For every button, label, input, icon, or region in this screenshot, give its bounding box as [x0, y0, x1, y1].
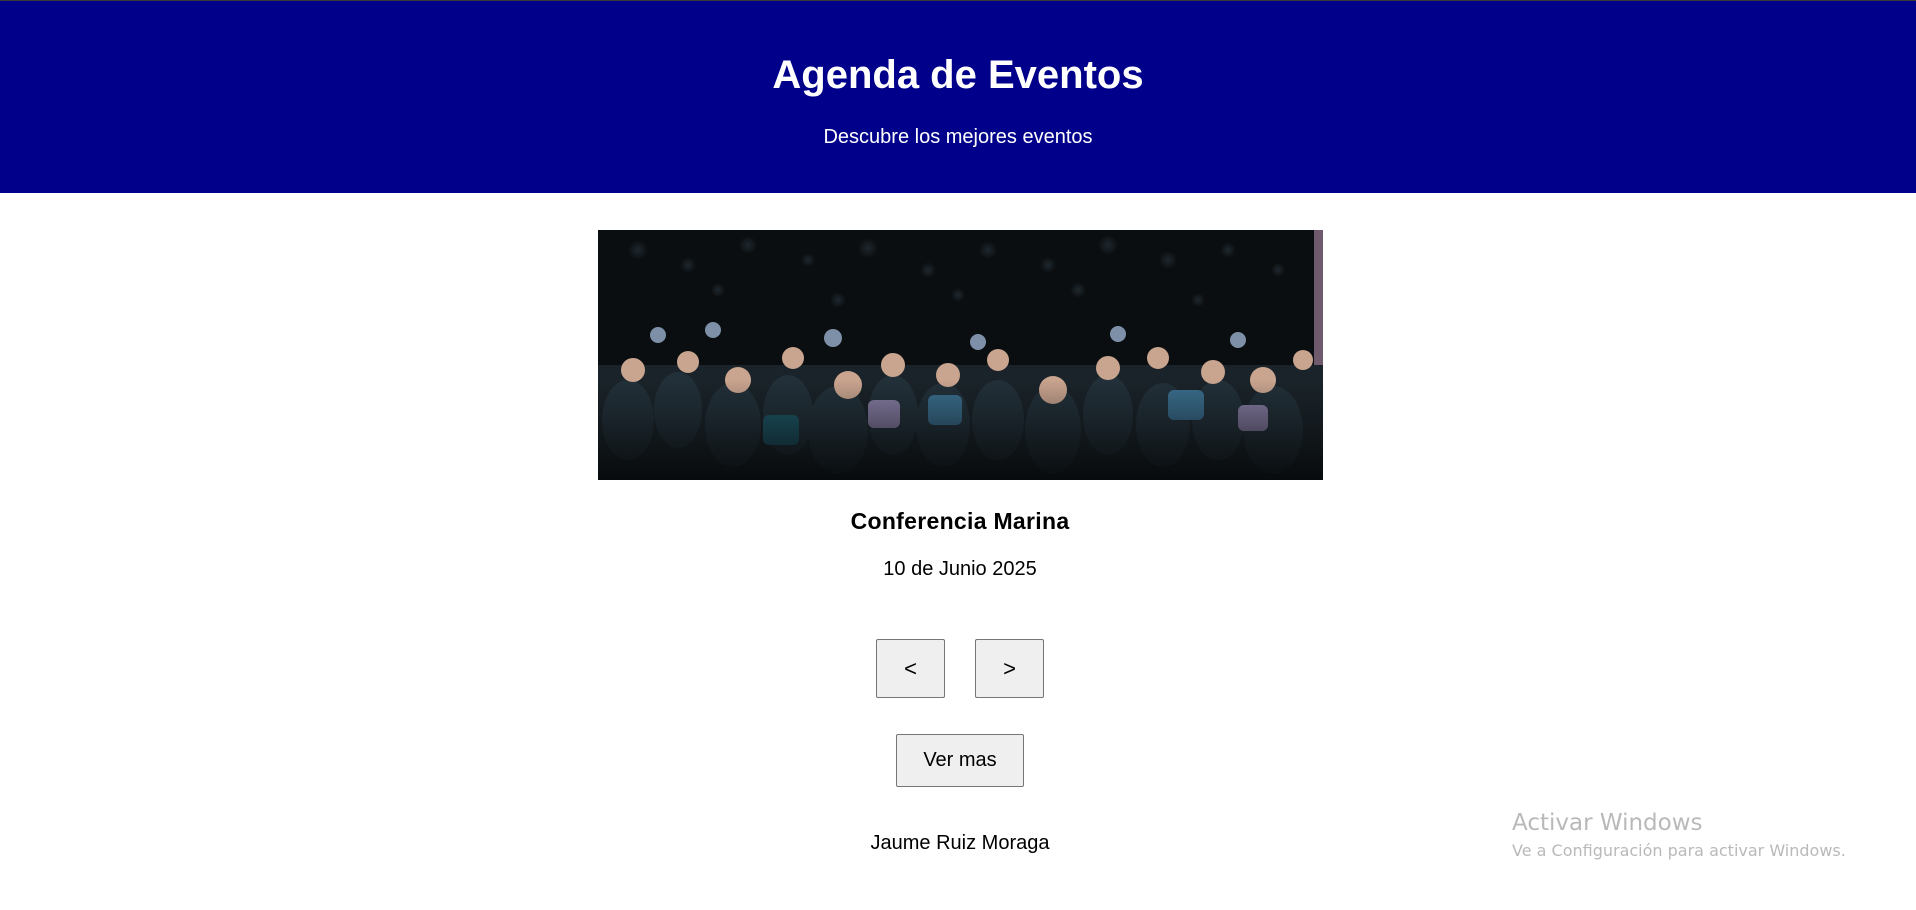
page-header: Agenda de Eventos Descubre los mejores e…	[0, 0, 1916, 193]
watermark-subtitle: Ve a Configuración para activar Windows.	[1512, 841, 1846, 860]
watermark-title: Activar Windows	[1512, 810, 1703, 836]
next-button[interactable]: >	[975, 639, 1044, 698]
event-image	[598, 230, 1323, 480]
page-subtitle: Descubre los mejores eventos	[823, 126, 1093, 148]
event-date: 10 de Junio 2025	[883, 558, 1037, 580]
see-more-button[interactable]: Ver mas	[896, 734, 1024, 787]
previous-button[interactable]: <	[876, 639, 945, 698]
windows-activation-watermark: Activar Windows Ve a Configuración para …	[1512, 808, 1846, 862]
event-title: Conferencia Marina	[850, 508, 1070, 534]
audience-photo	[598, 230, 1323, 480]
page-title: Agenda de Eventos	[772, 53, 1144, 97]
